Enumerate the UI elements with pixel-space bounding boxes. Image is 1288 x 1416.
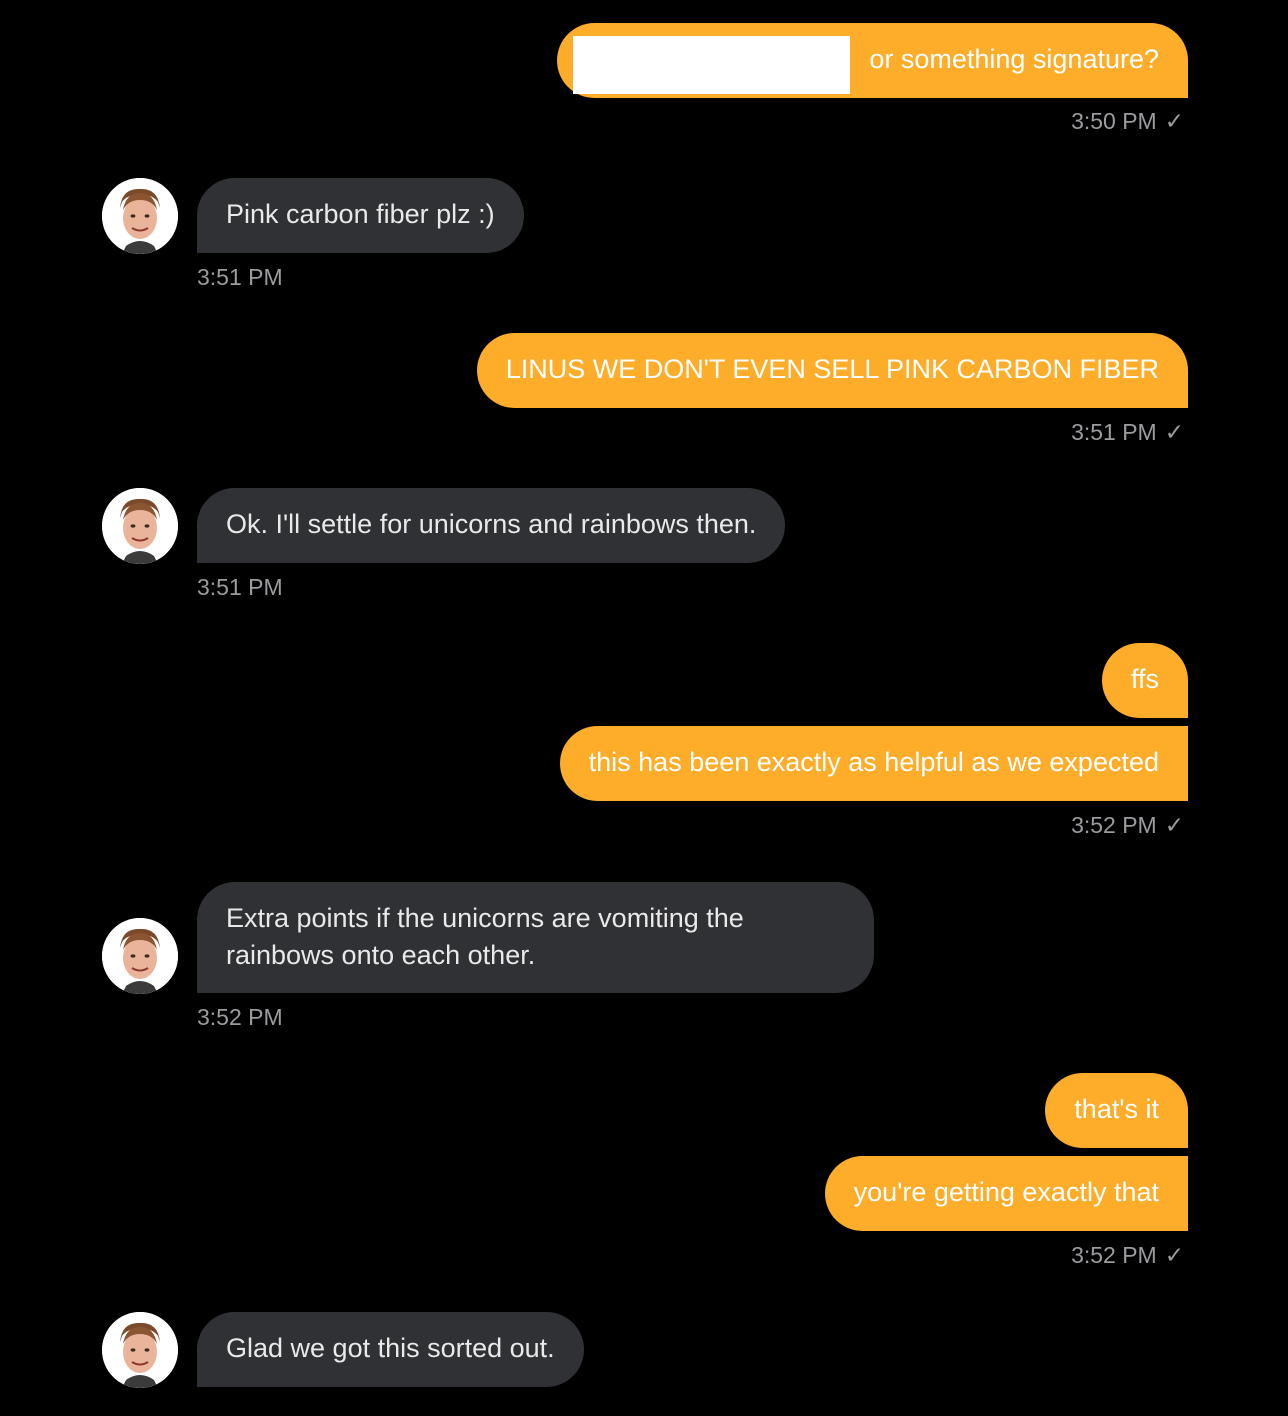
message-timestamp: 3:51 PM: [197, 574, 283, 601]
contact-avatar[interactable]: [102, 488, 178, 564]
avatar-photo: [102, 918, 178, 994]
timestamp-text: 3:52 PM: [1071, 1242, 1157, 1268]
message-text: Ok. I'll settle for unicorns and rainbow…: [226, 509, 757, 539]
message-text: ffs: [1130, 664, 1159, 694]
checkmark-icon: ✓: [1164, 108, 1184, 134]
timestamp-text: 3:50 PM: [1071, 108, 1157, 134]
checkmark-icon: ✓: [1164, 419, 1184, 445]
incoming-message[interactable]: Extra points if the unicorns are vomitin…: [197, 882, 874, 993]
checkmark-icon: ✓: [1164, 1242, 1184, 1268]
message-text-line: Extra points if the unicorns are vomitin…: [226, 903, 744, 933]
contact-avatar[interactable]: [102, 918, 178, 994]
outgoing-message[interactable]: that's it: [1045, 1073, 1188, 1148]
timestamp-text: 3:51 PM: [197, 574, 283, 600]
outgoing-message[interactable]: this has been exactly as helpful as we e…: [559, 726, 1188, 801]
message-timestamp: 3:52 PM: [197, 1004, 283, 1031]
conversation-thread: or something signature? 3:50 PM ✓ Pink ca…: [0, 0, 1288, 1416]
message-text: you're getting exactly that: [853, 1177, 1159, 1207]
timestamp-text: 3:51 PM: [197, 264, 283, 290]
message-timestamp: 3:52 PM ✓: [1071, 812, 1184, 839]
timestamp-text: 3:52 PM: [197, 1004, 283, 1030]
message-timestamp: 3:51 PM ✓: [1071, 419, 1184, 446]
message-timestamp: 3:50 PM ✓: [1071, 108, 1184, 135]
message-text: Glad we got this sorted out.: [226, 1333, 555, 1363]
message-timestamp: 3:51 PM: [197, 264, 283, 291]
incoming-message[interactable]: Ok. I'll settle for unicorns and rainbow…: [197, 488, 786, 563]
redaction-block: [573, 36, 850, 94]
contact-avatar[interactable]: [102, 178, 178, 254]
timestamp-text: 3:52 PM: [1071, 812, 1157, 838]
outgoing-message[interactable]: LINUS WE DON'T EVEN SELL PINK CARBON FIB…: [476, 333, 1188, 408]
message-text: that's it: [1074, 1094, 1159, 1124]
message-text: or something signature?: [869, 44, 1159, 74]
outgoing-message[interactable]: you're getting exactly that: [824, 1156, 1188, 1231]
contact-avatar[interactable]: [102, 1312, 178, 1388]
incoming-message[interactable]: Glad we got this sorted out.: [197, 1312, 584, 1387]
message-text: LINUS WE DON'T EVEN SELL PINK CARBON FIB…: [505, 354, 1159, 384]
timestamp-text: 3:51 PM: [1071, 419, 1157, 445]
checkmark-icon: ✓: [1164, 812, 1184, 838]
outgoing-message[interactable]: ffs: [1101, 643, 1188, 718]
avatar-photo: [102, 1312, 178, 1388]
message-text-line: rainbows onto each other.: [226, 940, 536, 970]
avatar-photo: [102, 178, 178, 254]
message-text: Pink carbon fiber plz :): [226, 199, 495, 229]
incoming-message[interactable]: Pink carbon fiber plz :): [197, 178, 524, 253]
message-timestamp: 3:52 PM ✓: [1071, 1242, 1184, 1269]
avatar-photo: [102, 488, 178, 564]
message-text: this has been exactly as helpful as we e…: [588, 747, 1159, 777]
